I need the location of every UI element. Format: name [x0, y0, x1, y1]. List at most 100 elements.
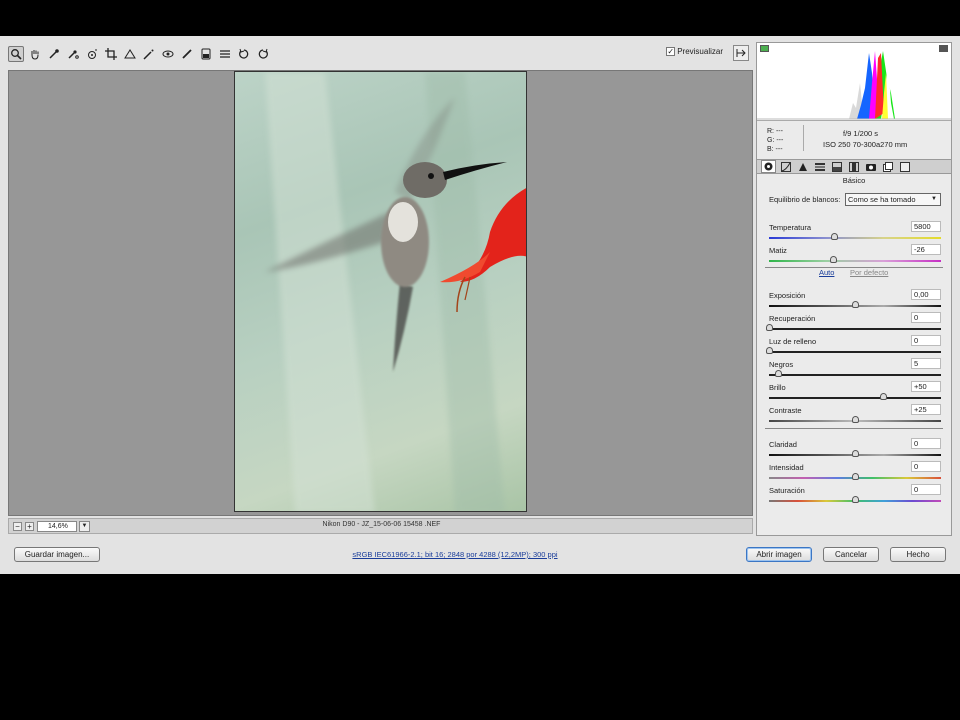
rotate-left-tool[interactable]	[236, 46, 252, 62]
slider-label: Luz de relleno	[769, 337, 817, 346]
slider-label: Matiz	[769, 246, 787, 255]
straighten-icon	[124, 49, 136, 59]
photo-preview[interactable]	[234, 71, 527, 512]
presets-icon	[882, 161, 893, 172]
blue-value: B: ---	[767, 146, 783, 153]
triangle-icon	[798, 162, 807, 171]
tab-tone-curve[interactable]	[778, 160, 793, 173]
color-sampler-tool[interactable]	[65, 46, 81, 62]
graduated-filter-tool[interactable]	[198, 46, 214, 62]
slider-row: Saturación 0	[769, 484, 941, 508]
slider-thumb[interactable]	[774, 370, 782, 377]
slider-thumb[interactable]	[831, 233, 839, 240]
slider-track[interactable]	[769, 237, 941, 239]
gradient-icon	[201, 48, 211, 60]
slider-label: Negros	[769, 360, 794, 369]
fullscreen-icon	[736, 49, 746, 57]
spot-removal-tool[interactable]	[141, 46, 157, 62]
slider-thumb[interactable]	[766, 347, 773, 354]
preferences-tool[interactable]	[217, 46, 233, 62]
crop-tool[interactable]	[103, 46, 119, 62]
snapshots-icon	[899, 161, 910, 172]
slider-thumb[interactable]	[852, 450, 859, 457]
tab-detail[interactable]	[795, 160, 810, 173]
red-eye-tool[interactable]	[160, 46, 176, 62]
slider-track[interactable]	[769, 397, 941, 399]
slider-track[interactable]	[769, 351, 941, 353]
slider-value-field[interactable]: 5800	[911, 221, 941, 232]
workflow-options-link[interactable]: sRGB IEC61966-2.1; bit 16; 2848 por 4288…	[250, 550, 660, 559]
readout-divider	[803, 125, 804, 151]
toolbar: ✓ Previsualizar	[8, 44, 753, 64]
zoom-tool[interactable]	[8, 46, 24, 62]
slider-value-field[interactable]: 0	[911, 312, 941, 323]
slider-value-field[interactable]: 5	[911, 358, 941, 369]
save-image-button[interactable]: Guardar imagen...	[14, 547, 100, 562]
slider-value-field[interactable]: +25	[911, 404, 941, 415]
red-value: R: ---	[767, 128, 783, 135]
tab-basic[interactable]	[761, 160, 776, 173]
slider-value-field[interactable]: 0	[911, 335, 941, 346]
straighten-tool[interactable]	[122, 46, 138, 62]
histogram	[757, 43, 951, 121]
white-balance-select[interactable]: Como se ha tomado ▼	[845, 193, 941, 206]
magnifier-icon	[11, 49, 22, 60]
slider-track[interactable]	[769, 260, 941, 262]
slider-thumb[interactable]	[829, 256, 837, 263]
tab-presets[interactable]	[880, 160, 895, 173]
slider-value-field[interactable]: 0	[911, 461, 941, 472]
slider-thumb[interactable]	[879, 393, 887, 400]
slider-value-field[interactable]: 0	[911, 484, 941, 495]
tab-camera-calibration[interactable]	[863, 160, 878, 173]
slider-track[interactable]	[769, 374, 941, 376]
slider-value-field[interactable]: 0	[911, 438, 941, 449]
aperture-icon	[764, 162, 773, 171]
tab-hsl[interactable]	[812, 160, 827, 173]
auto-link[interactable]: Auto	[819, 268, 834, 277]
green-value: G: ---	[767, 137, 784, 144]
fullscreen-button[interactable]	[733, 45, 749, 61]
camera-icon	[865, 163, 876, 171]
slider-row: Recuperación 0	[766, 312, 941, 336]
adjustments-panel: R: --- G: --- B: --- f/9 1/200 s ISO 250…	[756, 42, 952, 536]
camera-raw-dialog: ✓ Previsualizar − + 14,6% ▼ Nikon D90 - …	[0, 36, 960, 574]
slider-value-field[interactable]: 0,00	[911, 289, 941, 300]
list-icon	[220, 50, 230, 58]
slider-thumb[interactable]	[852, 473, 859, 480]
hummingbird-photo	[265, 72, 526, 511]
preview-toggle[interactable]: ✓ Previsualizar	[666, 47, 723, 56]
rotate-cw-icon	[258, 48, 268, 59]
hand-tool[interactable]	[27, 46, 43, 62]
open-image-button[interactable]: Abrir imagen	[746, 547, 812, 562]
rotate-right-tool[interactable]	[255, 46, 271, 62]
image-canvas[interactable]	[8, 70, 753, 516]
slider-track[interactable]	[769, 328, 941, 330]
bars-icon	[814, 162, 825, 171]
preview-label: Previsualizar	[677, 47, 723, 56]
white-balance-tool[interactable]	[46, 46, 62, 62]
slider-thumb[interactable]	[852, 301, 859, 308]
slider-thumb[interactable]	[766, 324, 773, 331]
slider-label: Exposición	[769, 291, 806, 300]
tab-snapshots[interactable]	[897, 160, 912, 173]
slider-thumb[interactable]	[852, 496, 859, 503]
eyedropper-icon	[49, 49, 59, 59]
adjustment-brush-tool[interactable]	[179, 46, 195, 62]
file-name: Nikon D90 - JZ_15-06-06 15458 .NEF	[322, 521, 441, 528]
slider-thumb[interactable]	[852, 416, 859, 423]
targeted-adjustment-tool[interactable]	[84, 46, 100, 62]
default-link[interactable]: Por defecto	[850, 268, 888, 277]
tab-lens[interactable]	[846, 160, 861, 173]
slider-value-field[interactable]: -26	[911, 244, 941, 255]
slider-value-field[interactable]: +50	[911, 381, 941, 392]
slider-row: Claridad 0	[769, 438, 941, 462]
done-button[interactable]: Hecho	[890, 547, 946, 562]
slider-row: Intensidad 0	[769, 461, 941, 485]
tab-split-toning[interactable]	[829, 160, 844, 173]
panel-title: Básico	[842, 176, 866, 185]
slider-label: Brillo	[769, 383, 786, 392]
slider-label: Temperatura	[769, 223, 812, 232]
preview-checkbox[interactable]: ✓	[666, 47, 676, 56]
target-icon	[88, 49, 97, 59]
cancel-button[interactable]: Cancelar	[823, 547, 879, 562]
